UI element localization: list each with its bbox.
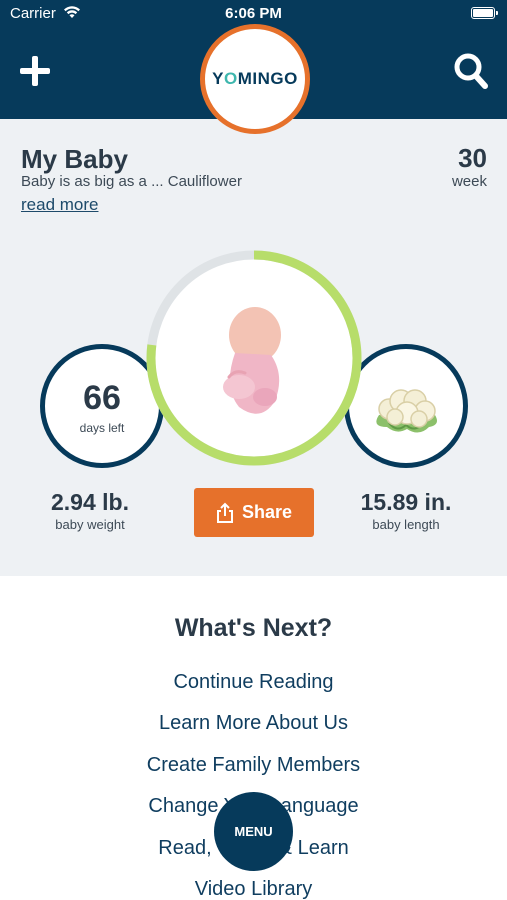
app-logo[interactable]: YOMINGO [200, 24, 310, 134]
video-library-link[interactable]: Video Library [0, 878, 507, 900]
days-left-number: 66 [83, 379, 121, 417]
baby-weight-label: baby weight [55, 517, 125, 532]
baby-length-stat: 15.89 in. baby length [344, 489, 468, 532]
search-icon[interactable] [453, 52, 489, 90]
baby-size-text: Baby is as big as a ... Cauliflower [21, 173, 242, 190]
logo-text: YOMINGO [212, 69, 298, 88]
baby-length-label: baby length [372, 517, 440, 532]
status-time: 6:06 PM [225, 5, 282, 22]
add-button[interactable] [18, 54, 52, 88]
menu-label: MENU [234, 824, 273, 839]
menu-button[interactable]: MENU [214, 792, 293, 871]
learn-more-link[interactable]: Learn More About Us [0, 712, 507, 735]
pregnancy-progress-ring [146, 250, 362, 466]
create-family-members-link[interactable]: Create Family Members [0, 754, 507, 777]
baby-length-value: 15.89 in. [360, 489, 452, 515]
week-number: 30 [458, 143, 487, 173]
days-left-label: days left [79, 421, 125, 435]
battery-icon [471, 7, 498, 19]
share-button[interactable]: Share [194, 488, 314, 537]
whats-next-title: What's Next? [174, 614, 333, 642]
share-label: Share [241, 502, 293, 522]
cauliflower-icon [376, 389, 437, 433]
share-icon [216, 502, 233, 523]
baby-weight-stat: 2.94 lb. baby weight [40, 489, 140, 532]
continue-reading-link[interactable]: Continue Reading [0, 671, 507, 694]
page-title: My Baby [21, 144, 128, 174]
read-more-link[interactable]: read more [21, 195, 98, 215]
baby-weight-value: 2.94 lb. [51, 489, 129, 515]
week-label: week [451, 173, 487, 190]
baby-panel: My Baby Baby is as big as a ... Cauliflo… [0, 119, 507, 576]
